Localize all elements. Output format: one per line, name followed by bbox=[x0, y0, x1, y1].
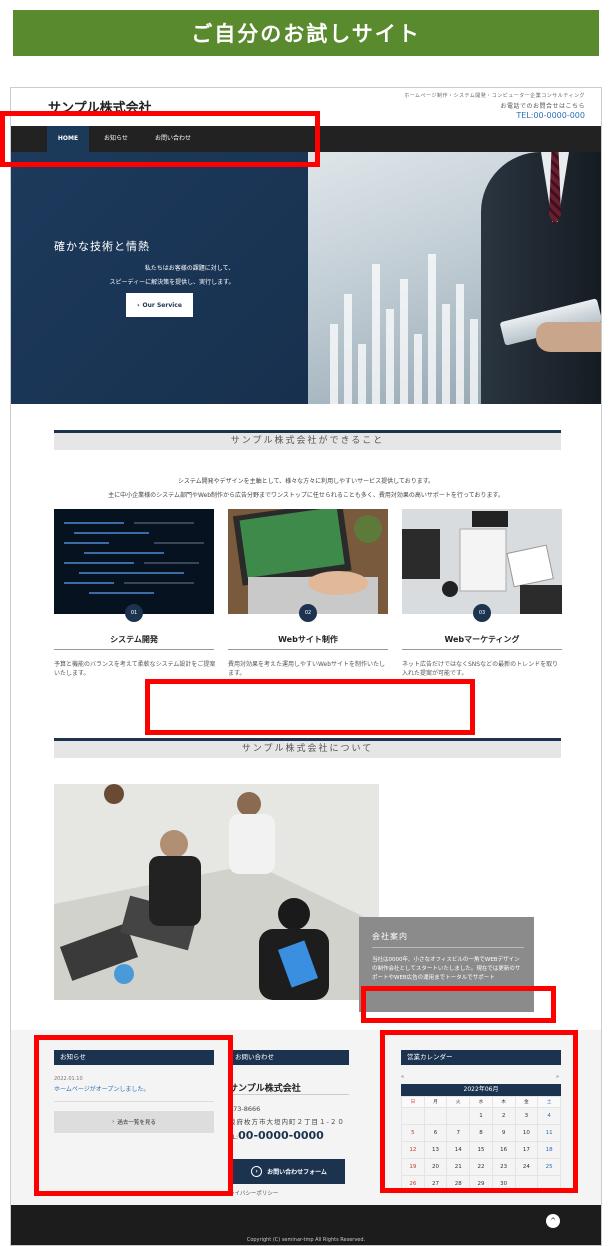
service-desc-system: 予算と機能のバランスを考えて柔軟なシステム設計をご提案いたします。 bbox=[54, 661, 216, 677]
service-title-web: Webサイト制作 bbox=[278, 635, 338, 644]
contact-zip: 573-8666 bbox=[229, 1105, 261, 1113]
service-desc-web: 費用対効果を考えた運用しやすいWebサイトを制作いたします。 bbox=[228, 661, 386, 677]
header-tel[interactable]: TEL:00-0000-000 bbox=[516, 111, 585, 120]
highlight-box-nav bbox=[0, 111, 320, 167]
highlight-box-news bbox=[34, 1035, 233, 1196]
highlight-box-company bbox=[361, 986, 556, 1023]
company-info-text: 当社は0000年、小さなオフィスビルの一角でWEBデザインの制作会社としてスター… bbox=[372, 957, 521, 981]
arrow-right-icon: › bbox=[251, 1166, 263, 1177]
highlight-box-services bbox=[145, 679, 475, 735]
service-image-marketing bbox=[402, 509, 562, 614]
service-desc-marketing: ネット広告だけではなくSNSなどの最新のトレンドを取り入れた提案が可能です。 bbox=[402, 661, 559, 677]
service-image-system bbox=[54, 509, 214, 614]
back-to-top-icon[interactable]: ^ bbox=[546, 1214, 560, 1228]
hero-subtitle-1: 私たちはお客様の課題に対して、 bbox=[144, 265, 235, 272]
businessman-figure bbox=[481, 152, 601, 404]
privacy-policy-link[interactable]: ライバシーポリシー bbox=[229, 1189, 278, 1197]
site-footer: ^ Copyright (C) seminar-tmp All Rights R… bbox=[11, 1205, 601, 1245]
services-desc-1: システム開発やデザインを主軸として、様々な方々に利用しやすいサービス提供しており… bbox=[177, 478, 435, 485]
contact-form-button[interactable]: › お問い合わせフォーム bbox=[233, 1159, 345, 1184]
copyright: Copyright (C) seminar-tmp All Rights Res… bbox=[246, 1237, 366, 1243]
service-number-badge: 02 bbox=[299, 604, 317, 622]
hero-subtitle-2: スピーディーに解決策を提供し、実行します。 bbox=[109, 279, 235, 286]
service-title-system: システム開発 bbox=[110, 635, 158, 644]
chevron-right-icon: › bbox=[137, 301, 140, 309]
our-service-button[interactable]: › Our Service bbox=[126, 293, 193, 317]
service-title-marketing: Webマーケティング bbox=[444, 635, 520, 644]
contact-note: お電話でのお問合せはこちら bbox=[500, 103, 585, 110]
service-image-web bbox=[228, 509, 388, 614]
page-banner-title: ご自分のお試しサイト bbox=[13, 10, 599, 56]
site-tagline: ホームページ制作・システム開発・コンピューター企業コンサルティング bbox=[404, 93, 585, 99]
contact-widget-heading: お問い合わせ bbox=[229, 1050, 349, 1065]
service-number-badge: 03 bbox=[473, 604, 491, 622]
services-heading: サンプル株式会社ができること bbox=[54, 430, 561, 450]
hero-section: 確かな技術と情熱 私たちはお客様の課題に対して、 スピーディーに解決策を提供し、… bbox=[11, 152, 601, 404]
about-heading: サンプル株式会社について bbox=[54, 738, 561, 758]
hero-title: 確かな技術と情熱 bbox=[54, 240, 150, 253]
contact-address: 阪府枚方市大垣内町２丁目１-２０ bbox=[229, 1118, 345, 1126]
contact-tel[interactable]: EL:00-0000-0000 bbox=[229, 1129, 324, 1142]
service-number-badge: 01 bbox=[125, 604, 143, 622]
highlight-box-calendar bbox=[380, 1030, 578, 1193]
services-desc-2: 主に中小企業様のシステム部門やWeb制作から広告分野までワンストップに任せられる… bbox=[108, 492, 504, 499]
contact-company-name: サンプル株式会社 bbox=[229, 1084, 301, 1094]
company-info-title: 会社案内 bbox=[372, 931, 524, 948]
about-team-image bbox=[54, 784, 379, 1000]
